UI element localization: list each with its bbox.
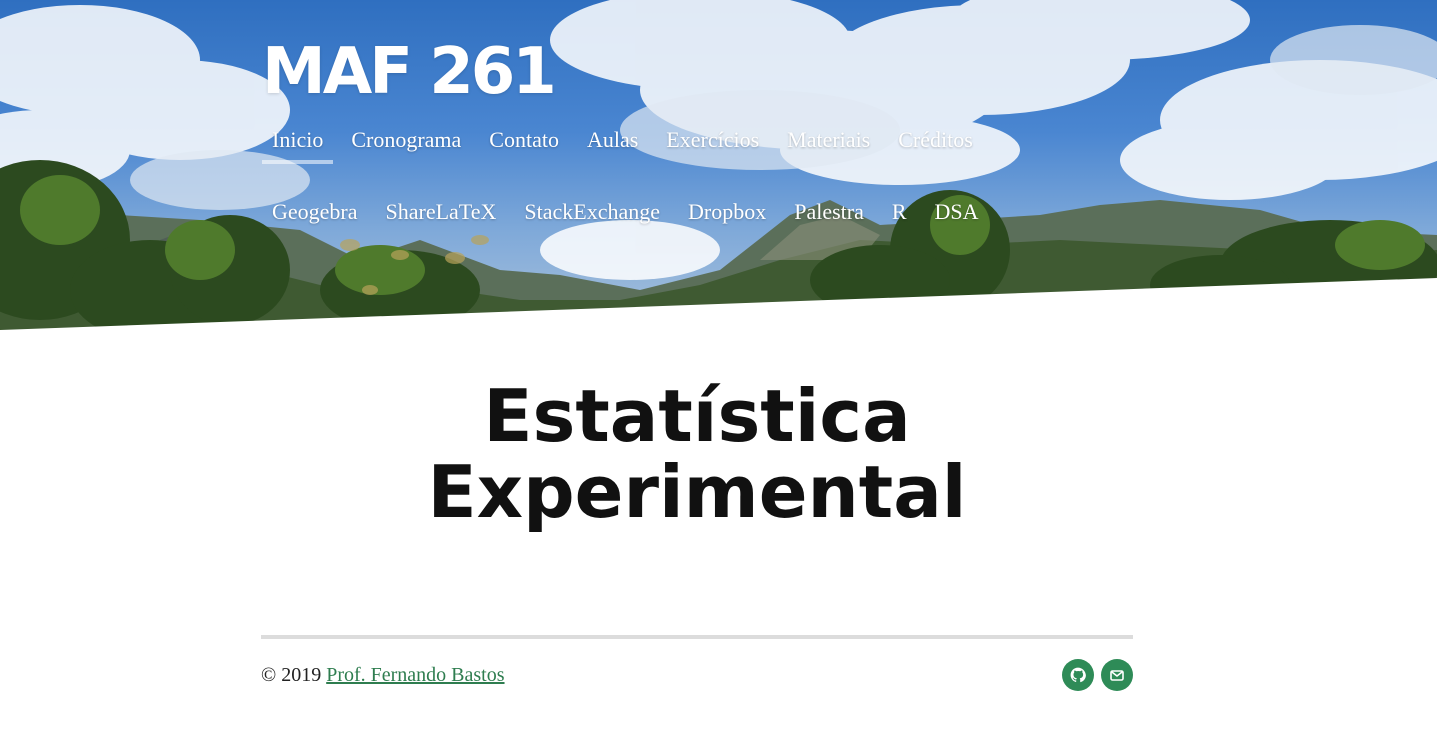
page: MAF 261 Inicio Cronograma Contato Aulas … xyxy=(0,0,1437,732)
nav-link-creditos[interactable]: Créditos xyxy=(888,122,983,164)
nav-link-dsa[interactable]: DSA xyxy=(925,194,989,236)
nav-link-dropbox[interactable]: Dropbox xyxy=(678,194,776,236)
page-title-line1: Estatística xyxy=(483,374,911,458)
landscape-image xyxy=(0,0,1437,330)
mail-button[interactable] xyxy=(1101,659,1133,691)
nav-link-materiais[interactable]: Materiais xyxy=(777,122,880,164)
secondary-nav: Geogebra ShareLaTeX StackExchange Dropbo… xyxy=(262,194,997,236)
nav-link-contato[interactable]: Contato xyxy=(479,122,569,164)
footer-copyright: © 2019 Prof. Fernando Bastos xyxy=(261,662,505,688)
site-title[interactable]: MAF 261 xyxy=(262,32,557,112)
nav-link-exercicios[interactable]: Exercícios xyxy=(656,122,769,164)
nav-link-inicio[interactable]: Inicio xyxy=(262,122,334,164)
nav-link-r[interactable]: R xyxy=(882,194,917,236)
header-banner xyxy=(0,0,1437,330)
nav-link-cronograma[interactable]: Cronograma xyxy=(341,122,471,164)
github-icon xyxy=(1070,667,1086,683)
page-title-line2: Experimental xyxy=(427,450,967,534)
github-button[interactable] xyxy=(1062,659,1094,691)
nav-link-aulas[interactable]: Aulas xyxy=(577,122,648,164)
copyright-text: © 2019 xyxy=(261,664,322,686)
nav-link-palestra[interactable]: Palestra xyxy=(784,194,874,236)
nav-link-geogebra[interactable]: Geogebra xyxy=(262,194,368,236)
nav-link-sharelatex[interactable]: ShareLaTeX xyxy=(376,194,507,236)
mail-icon xyxy=(1110,670,1124,681)
footer-divider xyxy=(261,635,1133,639)
nav-link-stackexchange[interactable]: StackExchange xyxy=(514,194,670,236)
page-title: Estatística Experimental xyxy=(0,378,1394,530)
author-link[interactable]: Prof. Fernando Bastos xyxy=(326,664,504,686)
main-nav: Inicio Cronograma Contato Aulas Exercíci… xyxy=(262,122,991,164)
